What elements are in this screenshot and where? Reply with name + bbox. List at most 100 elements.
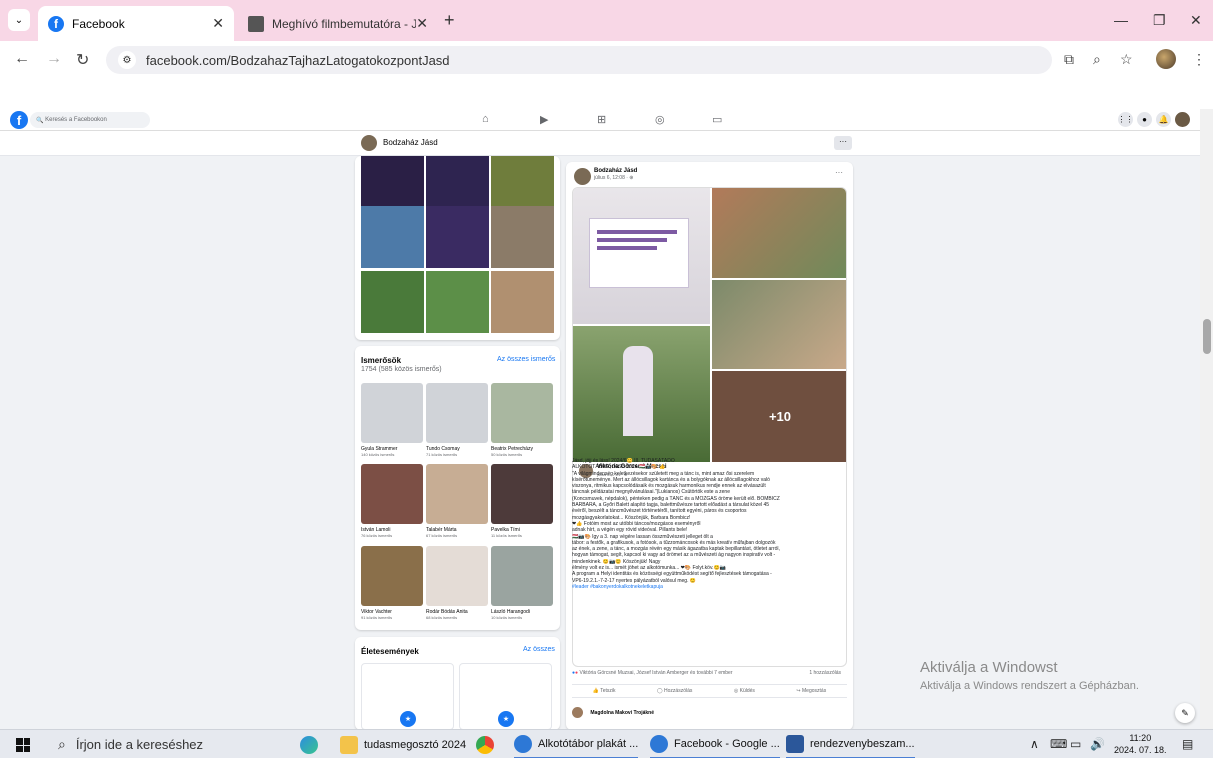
friends-title: Ismerősök xyxy=(361,356,402,365)
groups-icon[interactable]: ◎ xyxy=(655,113,665,126)
taskbar-app-facebook[interactable]: Facebook - Google ... xyxy=(650,730,780,758)
more-photos-overlay[interactable]: +10 xyxy=(712,371,846,462)
friend-tile[interactable]: Tundo Csomay 71 közös ismerős xyxy=(426,383,488,457)
marketplace-icon[interactable]: ⊞ xyxy=(597,113,606,126)
home-icon[interactable]: ⌂ xyxy=(482,113,489,125)
photo-thumbnail[interactable] xyxy=(491,271,554,333)
taskbar-app-label: Alkotótábor plakát ... xyxy=(538,737,639,750)
tab-title: Facebook xyxy=(72,16,125,31)
notifications-bell-icon[interactable]: 🔔 xyxy=(1156,112,1171,127)
page-avatar[interactable] xyxy=(361,135,377,151)
forward-arrow-icon[interactable]: → xyxy=(46,50,62,68)
friend-tile[interactable]: Pavelka Tími 11 közös ismerős xyxy=(491,464,553,538)
browser-profile-icon xyxy=(514,734,532,753)
zoom-icon[interactable]: ⌕ xyxy=(1093,51,1101,68)
photo-thumbnail[interactable] xyxy=(361,206,424,268)
mutual-friends: 71 közös ismerős xyxy=(426,452,458,457)
share-button[interactable]: ↪ Megosztás xyxy=(796,688,826,694)
video-icon[interactable]: ▶ xyxy=(540,113,548,126)
taskbar-app-label: Facebook - Google ... xyxy=(674,737,780,750)
mutual-friends: 11 közös ismerős xyxy=(491,533,522,538)
reactions-bar[interactable]: ●● Viktória Görcsné Muzsai, József Istvá… xyxy=(572,670,847,682)
bookmark-star-icon[interactable]: ☆ xyxy=(1120,51,1133,68)
post-date[interactable]: július 6, 12:08 · ⊕ xyxy=(594,175,634,181)
post-photo[interactable] xyxy=(712,280,846,369)
post-author[interactable]: Bodzaház Jásd xyxy=(594,168,637,174)
friend-tile[interactable]: István Lamoli 76 közös ismerős xyxy=(361,464,423,538)
post-author-avatar[interactable] xyxy=(574,168,591,185)
comments-count[interactable]: 1 hozzászólás xyxy=(809,670,841,676)
restore-icon[interactable]: ❐ xyxy=(1153,12,1166,29)
post-more-icon[interactable]: ··· xyxy=(835,168,843,177)
volume-icon[interactable]: 🔊 xyxy=(1090,737,1105,751)
photo-thumbnail[interactable] xyxy=(426,206,489,268)
photo-thumbnail[interactable] xyxy=(491,206,554,268)
post-hashtags[interactable]: #leader #bakonyerdokalkotnekeletkapuja xyxy=(572,584,834,590)
network-icon[interactable]: ▭ xyxy=(1070,737,1081,751)
more-options-button[interactable]: ··· xyxy=(834,136,852,150)
messenger-icon[interactable]: ● xyxy=(1137,112,1152,127)
all-friends-link[interactable]: Az összes ismerős xyxy=(497,356,555,363)
photo-thumbnail[interactable] xyxy=(426,271,489,333)
menu-dots-icon[interactable]: ⋮ xyxy=(1192,51,1206,68)
minimize-icon[interactable]: — xyxy=(1114,12,1128,28)
windows-taskbar: ⌕ Írjon ide a kereséshez tudasmegosztó 2… xyxy=(0,729,1213,758)
notification-center-icon[interactable]: ▤ xyxy=(1182,737,1193,751)
close-tab-icon[interactable]: ✕ xyxy=(416,15,428,32)
search-icon: 🔍 xyxy=(36,117,46,124)
friend-tile[interactable]: László Harangodi 10 közös ismerős xyxy=(491,546,553,620)
site-info-icon[interactable]: ⚙ xyxy=(118,51,136,69)
chrome-app[interactable] xyxy=(476,730,500,758)
life-event-tile[interactable]: ★ xyxy=(361,663,454,730)
apps-menu-icon[interactable]: ⋮⋮ xyxy=(1118,112,1134,127)
windows-start-icon[interactable] xyxy=(16,738,30,752)
taskbar-clock[interactable]: 11:20 2024. 07. 18. xyxy=(1114,732,1167,756)
install-app-icon[interactable]: ⧉ xyxy=(1064,51,1074,68)
blank-area xyxy=(0,79,1213,109)
gaming-icon[interactable]: ▭ xyxy=(712,113,722,126)
all-life-events-link[interactable]: Az összes xyxy=(523,646,555,653)
friends-card: Ismerősök Az összes ismerős 1754 (585 kö… xyxy=(355,346,560,630)
edge-app[interactable] xyxy=(300,730,324,758)
post-photo[interactable] xyxy=(712,188,846,278)
send-button[interactable]: ◎ Küldés xyxy=(734,688,755,694)
profile-avatar[interactable] xyxy=(1156,49,1176,69)
commenter-avatar[interactable] xyxy=(572,707,583,718)
friend-tile[interactable]: Beatrix Petrecházy 50 közös ismerős xyxy=(491,383,553,457)
post-photo[interactable] xyxy=(573,326,710,462)
taskbar-search[interactable]: ⌕ Írjon ide a kereséshez xyxy=(48,730,288,758)
language-icon[interactable]: ⌨ xyxy=(1050,737,1067,751)
tab-search-button[interactable]: ⌄ xyxy=(8,9,30,31)
photo-thumbnail[interactable] xyxy=(361,271,424,333)
tab-meghivo[interactable]: Meghívó filmbemutatóra - Jásd ✕ xyxy=(238,6,438,41)
back-arrow-icon[interactable]: ← xyxy=(14,50,30,68)
commenter-name[interactable]: Magdolna Makovi Trojákné xyxy=(590,710,654,716)
post-photo-banner[interactable] xyxy=(573,188,710,324)
account-avatar[interactable] xyxy=(1175,112,1190,127)
taskbar-app-folder[interactable]: tudasmegosztó 2024 xyxy=(340,730,466,758)
facebook-search-input[interactable]: 🔍 Keresés a Facebookon xyxy=(30,112,150,128)
reload-icon[interactable]: ↻ xyxy=(76,50,89,70)
friend-tile[interactable]: Gyula Strammer 140 közös ismerős xyxy=(361,383,423,457)
taskbar-app-alkototabor[interactable]: Alkotótábor plakát ... xyxy=(514,730,639,758)
close-tab-icon[interactable]: ✕ xyxy=(212,15,224,32)
scrollbar-thumb[interactable] xyxy=(1203,319,1211,354)
friend-tile[interactable]: Talabér Márta 67 közös ismerős xyxy=(426,464,488,538)
taskbar-app-word[interactable]: rendezvenybeszam... xyxy=(786,730,915,758)
edit-pencil-icon[interactable]: ✎ xyxy=(1175,703,1195,723)
close-window-icon[interactable]: ✕ xyxy=(1190,12,1202,29)
friend-tile[interactable]: Viktor Vachter 91 közös ismerős xyxy=(361,546,423,620)
comment-button[interactable]: ◯ Hozzászólás xyxy=(657,688,692,694)
friend-tile[interactable]: Rodár Bódás Anita 68 közös ismerős xyxy=(426,546,488,620)
page-name[interactable]: Bodzaház Jásd xyxy=(383,138,438,147)
facebook-logo-icon[interactable]: f xyxy=(10,111,28,129)
tray-chevron-icon[interactable]: ∧ xyxy=(1030,737,1039,751)
mutual-friends: 50 közös ismerős xyxy=(491,452,523,457)
page-scrollbar[interactable] xyxy=(1200,109,1213,729)
like-button[interactable]: 👍 Tetszik xyxy=(593,688,616,694)
life-event-tile[interactable]: ★ xyxy=(459,663,552,730)
shared-post: +10 Viktória Görcsné Muzsai július 6., 7… xyxy=(572,187,847,667)
tab-facebook[interactable]: f Facebook ✕ xyxy=(38,6,234,41)
new-tab-icon[interactable]: + xyxy=(444,10,455,31)
address-bar[interactable]: ⚙ facebook.com/BodzahazTajhazLatogatokoz… xyxy=(106,46,1052,74)
